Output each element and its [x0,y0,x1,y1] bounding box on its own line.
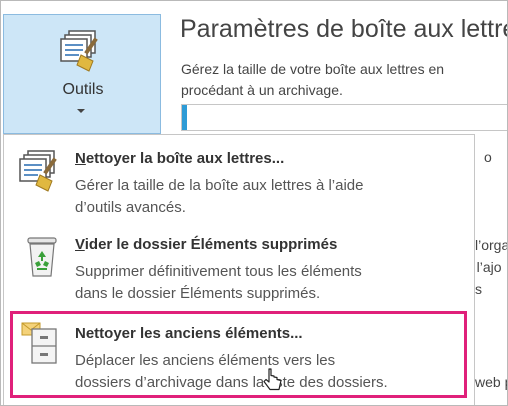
page-description-line-2: procédant à un archivage. [181,82,343,98]
menu-item-description: Supprimer définitivement tous les élémen… [75,261,362,305]
menu-item-description-line: Gérer la taille de la boîte aux lettres … [75,177,364,194]
page-description: Gérez la taille de votre boîte aux lettr… [181,59,444,101]
menu-item-title: Vider le dossier Éléments supprimés [75,236,337,253]
menu-item-mailbox-cleanup[interactable]: Nettoyer la boîte aux lettres... Gérer l… [4,135,474,225]
menu-item-title-text: ider le dossier Éléments supprimés [84,236,338,253]
background-text: o [484,149,492,165]
chevron-down-icon [77,109,85,113]
window-frame: Paramètres de boîte aux lettres Gérez la… [0,0,508,406]
background-text: web p [475,374,507,390]
mailbox-usage-fill [182,105,187,130]
recycle-bin-icon [27,237,57,277]
mailbox-usage-bar [181,104,507,131]
highlight-box [10,311,467,398]
mailbox-cleanup-icon [19,150,57,192]
mouse-pointer-icon [263,368,282,391]
tools-button-label: Outils [62,81,104,98]
menu-item-description-line: dans le dossier Éléments supprimés. [75,285,321,302]
accelerator-key: V [75,236,85,253]
menu-item-title-text: ettoyer la boîte aux lettres... [85,150,285,167]
menu-item-description-line: Supprimer définitivement tous les élémen… [75,263,362,280]
accelerator-key: N [75,150,86,167]
mailbox-cleanup-icon [60,30,98,72]
background-text: l’orga [475,237,508,253]
menu-item-empty-deleted-items[interactable]: Vider le dossier Éléments supprimés Supp… [4,225,474,311]
background-text: s [475,281,482,297]
tools-button[interactable]: Outils [3,14,161,134]
menu-item-description: Gérer la taille de la boîte aux lettres … [75,175,364,219]
menu-item-title: Nettoyer la boîte aux lettres... [75,150,284,167]
page-description-line-1: Gérez la taille de votre boîte aux lettr… [181,61,445,77]
page-title: Paramètres de boîte aux lettres [180,15,508,43]
menu-item-description-line: d’outils avancés. [75,199,186,216]
